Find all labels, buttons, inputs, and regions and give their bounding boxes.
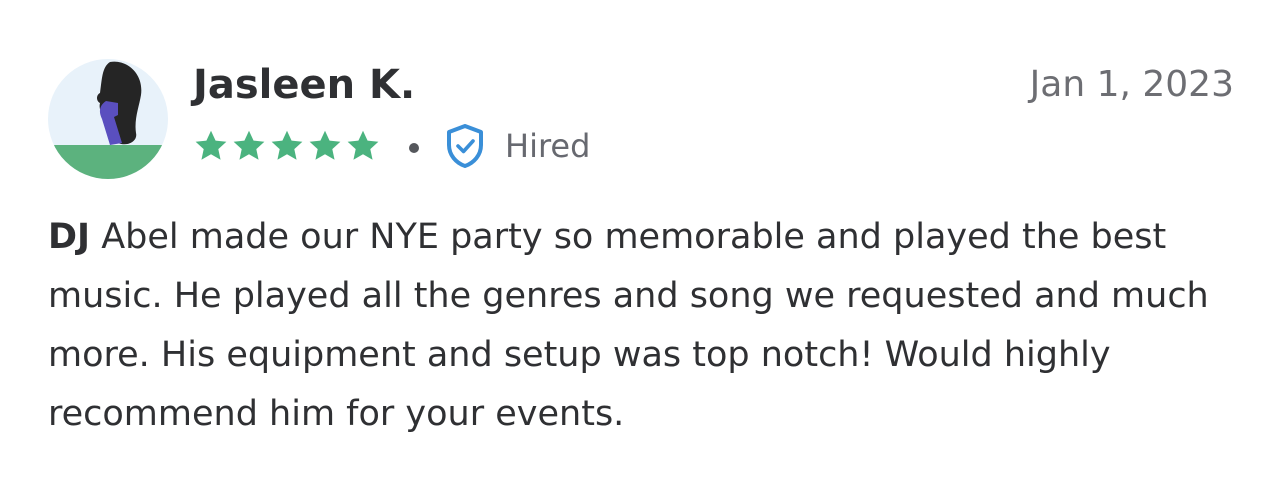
reviewer-name[interactable]: Jasleen K. (193, 60, 415, 110)
separator-dot (409, 143, 419, 153)
star-icon (195, 130, 227, 160)
star-icon (233, 130, 265, 160)
review-card: Jasleen K. Jan 1, 2023 Hired DJ Abel mad… (0, 0, 1284, 483)
review-date: Jan 1, 2023 (1029, 64, 1234, 105)
star-icon (271, 130, 303, 160)
star-rating (193, 128, 381, 164)
review-meta: Hired (193, 120, 590, 172)
star-icon (309, 130, 341, 160)
review-body-lead: DJ (48, 217, 91, 257)
star-icon (347, 130, 379, 160)
avatar[interactable] (48, 59, 168, 179)
shield-check-icon (447, 124, 483, 168)
review-body-text: Abel made our NYE party so memorable and… (48, 217, 1209, 434)
review-body: DJ Abel made our NYE party so memorable … (48, 208, 1248, 444)
hired-label: Hired (505, 127, 591, 165)
